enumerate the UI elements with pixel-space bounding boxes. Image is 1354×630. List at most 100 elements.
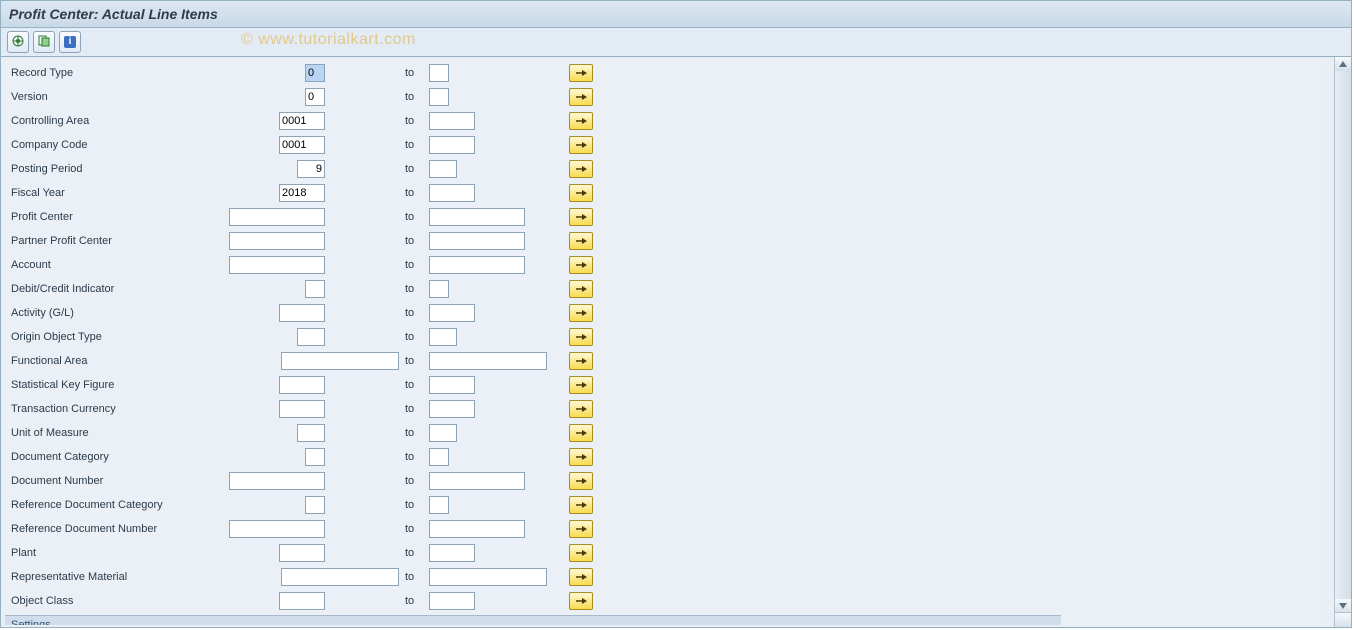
vertical-scrollbar[interactable] (1334, 57, 1351, 613)
multiple-selection-button[interactable] (569, 208, 593, 226)
selection-row: Representative Material to (5, 565, 1325, 589)
to-input[interactable] (429, 400, 475, 418)
field-label: Activity (G/L) (11, 307, 281, 319)
to-label: to (405, 475, 429, 487)
selection-row: Reference Document Numberto (5, 517, 1325, 541)
to-input[interactable] (429, 208, 525, 226)
to-input[interactable] (429, 544, 475, 562)
to-input[interactable] (429, 304, 475, 322)
to-input[interactable] (429, 88, 449, 106)
from-input[interactable] (229, 472, 325, 490)
multiple-selection-button[interactable] (569, 592, 593, 610)
from-input[interactable] (305, 280, 325, 298)
to-input[interactable] (429, 280, 449, 298)
multiple-selection-button[interactable] (569, 88, 593, 106)
to-input[interactable] (429, 328, 457, 346)
scroll-up-button[interactable] (1335, 57, 1351, 71)
from-input[interactable] (297, 328, 325, 346)
from-input[interactable] (305, 88, 325, 106)
execute-button[interactable] (7, 31, 29, 53)
multiple-selection-button[interactable] (569, 328, 593, 346)
from-input[interactable] (229, 256, 325, 274)
from-input[interactable] (279, 184, 325, 202)
to-input[interactable] (429, 64, 449, 82)
multiple-selection-button[interactable] (569, 64, 593, 82)
multiple-selection-button[interactable] (569, 400, 593, 418)
info-icon: i (64, 36, 76, 48)
to-input[interactable] (429, 352, 547, 370)
arrow-right-icon (575, 332, 587, 342)
to-label: to (405, 571, 429, 583)
to-input[interactable] (429, 520, 525, 538)
from-input[interactable] (281, 352, 399, 370)
from-input[interactable] (297, 424, 325, 442)
from-input[interactable] (279, 592, 325, 610)
from-input[interactable] (305, 496, 325, 514)
field-label: Version (11, 91, 281, 103)
selection-row: Functional Areato (5, 349, 1325, 373)
multiple-selection-button[interactable] (569, 424, 593, 442)
from-input[interactable] (279, 136, 325, 154)
from-input[interactable] (279, 400, 325, 418)
multiple-selection-button[interactable] (569, 160, 593, 178)
from-input[interactable] (229, 520, 325, 538)
to-input[interactable] (429, 112, 475, 130)
from-input[interactable] (281, 568, 399, 586)
selection-row: Versionto (5, 85, 1325, 109)
to-label: to (405, 331, 429, 343)
field-label: Plant (11, 547, 281, 559)
from-input[interactable] (305, 64, 325, 82)
multiple-selection-button[interactable] (569, 520, 593, 538)
field-label: Posting Period (11, 163, 281, 175)
selection-row: Posting Periodto (5, 157, 1325, 181)
multiple-selection-button[interactable] (569, 256, 593, 274)
multiple-selection-button[interactable] (569, 568, 593, 586)
to-input[interactable] (429, 232, 525, 250)
multiple-selection-button[interactable] (569, 352, 593, 370)
to-input[interactable] (429, 448, 449, 466)
from-input[interactable] (279, 112, 325, 130)
multiple-selection-button[interactable] (569, 136, 593, 154)
multiple-selection-button[interactable] (569, 496, 593, 514)
to-input[interactable] (429, 160, 457, 178)
to-input[interactable] (429, 184, 475, 202)
to-label: to (405, 235, 429, 247)
multiple-selection-button[interactable] (569, 448, 593, 466)
field-label: Company Code (11, 139, 281, 151)
multiple-selection-button[interactable] (569, 544, 593, 562)
from-input[interactable] (229, 208, 325, 226)
multiple-selection-button[interactable] (569, 376, 593, 394)
from-input[interactable] (297, 160, 325, 178)
to-input[interactable] (429, 376, 475, 394)
from-input[interactable] (305, 448, 325, 466)
to-input[interactable] (429, 472, 525, 490)
from-input[interactable] (279, 544, 325, 562)
arrow-right-icon (575, 92, 587, 102)
to-input[interactable] (429, 568, 547, 586)
to-input[interactable] (429, 136, 475, 154)
to-label: to (405, 67, 429, 79)
arrow-right-icon (575, 164, 587, 174)
field-label: Functional Area (11, 355, 281, 367)
scroll-down-button[interactable] (1335, 599, 1351, 613)
arrow-right-icon (575, 596, 587, 606)
from-input[interactable] (279, 376, 325, 394)
multiple-selection-button[interactable] (569, 472, 593, 490)
to-input[interactable] (429, 256, 525, 274)
field-label: Representative Material (11, 571, 281, 583)
multiple-selection-button[interactable] (569, 232, 593, 250)
to-input[interactable] (429, 496, 449, 514)
arrow-right-icon (575, 428, 587, 438)
to-input[interactable] (429, 424, 457, 442)
execute-icon (12, 35, 24, 50)
multiple-selection-button[interactable] (569, 280, 593, 298)
to-label: to (405, 523, 429, 535)
get-variant-button[interactable] (33, 31, 55, 53)
info-button[interactable]: i (59, 31, 81, 53)
multiple-selection-button[interactable] (569, 304, 593, 322)
multiple-selection-button[interactable] (569, 184, 593, 202)
from-input[interactable] (229, 232, 325, 250)
from-input[interactable] (279, 304, 325, 322)
to-input[interactable] (429, 592, 475, 610)
multiple-selection-button[interactable] (569, 112, 593, 130)
